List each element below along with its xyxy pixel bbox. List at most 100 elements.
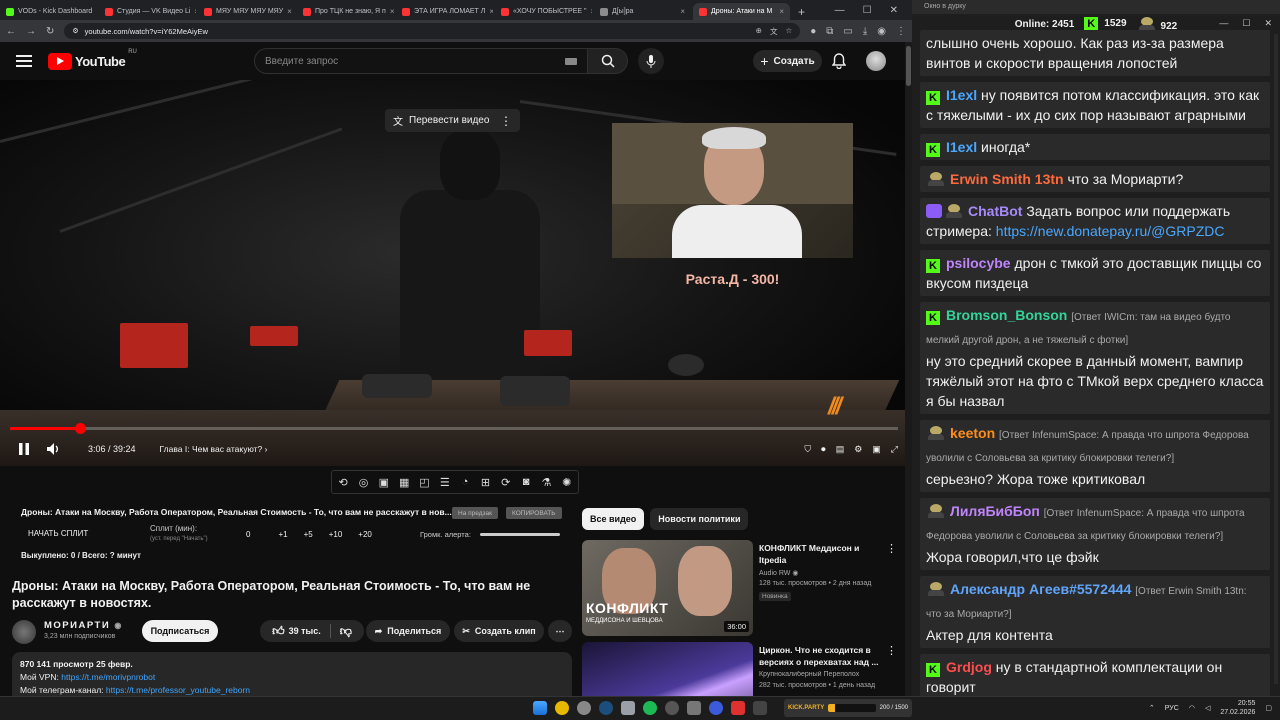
speed-icon[interactable]: ◔: [458, 476, 472, 488]
start-split-button[interactable]: НАЧАТЬ СПЛИТ: [28, 529, 88, 538]
browser-tab[interactable]: ЭТА ИГРА ЛОМАЕТ Л ×: [396, 3, 493, 20]
browser-tab[interactable]: МЯУ МЯУ МЯУ МЯУ ×: [198, 3, 295, 20]
reload-icon[interactable]: ↻: [46, 26, 54, 37]
maximize-icon[interactable]: ☐: [863, 5, 872, 16]
chrome-icon[interactable]: [555, 701, 569, 715]
close-icon[interactable]: ✕: [1264, 18, 1272, 29]
minimize-icon[interactable]: —: [1219, 18, 1228, 29]
subtitles-icon[interactable]: ▤: [836, 444, 845, 455]
split-preorder-button[interactable]: На предзак: [452, 507, 498, 519]
chip-politics-news[interactable]: Новости политики: [650, 508, 749, 530]
camera-icon[interactable]: ◙: [519, 476, 533, 488]
site-info-icon[interactable]: ⚙: [72, 27, 78, 35]
browser-tab[interactable]: VODs - Kick Dashboard×: [0, 3, 97, 20]
pause-button[interactable]: [14, 439, 34, 459]
description-box[interactable]: 870 141 просмотр 25 февр. Мой VPN: https…: [12, 652, 572, 696]
alert-volume-slider[interactable]: [480, 533, 560, 536]
split-add-20-button[interactable]: +20: [358, 530, 372, 539]
chat-username[interactable]: psilocybe: [946, 255, 1011, 271]
close-icon[interactable]: ✕: [890, 5, 898, 16]
more-vert-icon[interactable]: ⋮: [500, 114, 512, 128]
more-vert-icon[interactable]: ⋮: [886, 644, 897, 657]
steam-icon[interactable]: [599, 701, 613, 715]
account-avatar[interactable]: [866, 51, 886, 71]
like-button[interactable]: 👍︎ 39 тыс.: [272, 624, 321, 639]
more-actions-button[interactable]: ⋯: [548, 620, 572, 642]
video-thumbnail[interactable]: КОНФЛИКТ МЕДДИСОНА И ШЕВЦОВА 36:00: [582, 540, 753, 636]
minimize-icon[interactable]: —: [835, 5, 845, 16]
tab-close-icon[interactable]: ×: [779, 7, 784, 16]
shield-icon[interactable]: ⛉: [804, 444, 811, 455]
notifications-button[interactable]: [831, 53, 847, 74]
progress-bar[interactable]: [10, 423, 898, 434]
browser-tab[interactable]: Про ТЦК не знаю, Я п ×: [297, 3, 394, 20]
profile-icon[interactable]: ◉: [877, 26, 886, 37]
language-indicator[interactable]: РУС: [1165, 705, 1179, 712]
window-icon[interactable]: ◰: [417, 476, 431, 489]
back-icon[interactable]: ←: [6, 26, 16, 37]
app-icon[interactable]: [577, 701, 591, 715]
video-thumbnail[interactable]: [582, 642, 753, 696]
browser-tab[interactable]: Студия — VK Видео Li×: [99, 3, 196, 20]
tab-close-icon[interactable]: ×: [590, 7, 592, 16]
channel-avatar[interactable]: [12, 620, 36, 644]
app-icon[interactable]: [753, 701, 767, 715]
chat-username[interactable]: keeton: [950, 425, 995, 441]
downloads-icon[interactable]: ⤓: [863, 26, 867, 37]
url-field[interactable]: ⚙ youtube.com/watch?v=iY62MeAiyEw ⊕ 文 ☆: [64, 23, 801, 39]
rotate-icon[interactable]: ⟳: [499, 476, 513, 489]
tab-close-icon[interactable]: ×: [96, 7, 97, 16]
fullscreen-icon[interactable]: ⤢: [891, 444, 898, 455]
app-icon[interactable]: [731, 701, 745, 715]
windows-start-icon[interactable]: [533, 701, 547, 715]
clock[interactable]: 20:55 27.02.2026: [1220, 699, 1255, 717]
volume-button[interactable]: [44, 439, 64, 459]
settings-gear-icon[interactable]: ⚙: [854, 444, 862, 455]
vpn-link[interactable]: https://t.me/morivpnrobot: [61, 672, 155, 682]
chat-username[interactable]: I1exl: [946, 87, 977, 103]
frame-icon[interactable]: ⊞: [478, 476, 492, 489]
page-scrollbar[interactable]: [905, 42, 912, 696]
sidebar-icon[interactable]: ▭: [843, 26, 852, 37]
recommended-title[interactable]: КОНФЛИКТ Меддисон и Itpedia: [759, 542, 879, 566]
clip-button[interactable]: ✂ Создать клип: [454, 620, 544, 642]
search-button[interactable]: [588, 48, 628, 74]
video-player[interactable]: Раста.Д - 300! /// 文 Перевести видео ⋮ 3…: [0, 80, 912, 466]
browser-tab[interactable]: Дроны: Атаки на М ×: [693, 3, 790, 20]
telegram-link[interactable]: https://t.me/professor_youtube_reborn: [106, 685, 250, 695]
autoplay-toggle-icon[interactable]: ⏺: [821, 444, 826, 455]
chapter-title[interactable]: Глава I: Чем вас атакуют? ›: [160, 444, 268, 454]
split-copy-button[interactable]: КОПИРОВАТЬ: [506, 507, 562, 519]
recommended-video[interactable]: Циркон. Что не сходится в версиях о пере…: [582, 642, 902, 696]
split-add-5-button[interactable]: +5: [304, 530, 313, 539]
chat-scrollbar[interactable]: [1274, 34, 1278, 684]
create-button[interactable]: + Создать: [753, 50, 822, 72]
scrollbar-thumb[interactable]: [906, 46, 911, 86]
chat-username[interactable]: Bromson_Bonson: [946, 307, 1067, 323]
new-tab-icon[interactable]: +: [792, 3, 811, 20]
recommended-channel[interactable]: Audio RW ◉: [759, 569, 894, 577]
search-input[interactable]: Введите запрос: [254, 48, 588, 74]
app-icon[interactable]: [621, 701, 635, 715]
browser-tab[interactable]: Д[ы]ра ×: [594, 3, 691, 20]
youtube-logo[interactable]: YouTube RU: [48, 49, 137, 70]
playlist-icon[interactable]: ☰: [438, 476, 452, 489]
app-icon[interactable]: [687, 701, 701, 715]
keyboard-icon[interactable]: [565, 57, 577, 65]
flask-icon[interactable]: ⚗: [539, 476, 553, 489]
chat-link[interactable]: https://new.donatepay.ru/@GRPZDC: [996, 223, 1225, 239]
split-add-1-button[interactable]: +1: [278, 530, 287, 539]
recommended-title[interactable]: Циркон. Что не сходится в версиях о пере…: [759, 644, 879, 668]
menu-icon[interactable]: [16, 55, 32, 67]
speaker-icon[interactable]: ◁: [1205, 704, 1210, 712]
tab-close-icon[interactable]: ×: [489, 7, 493, 16]
dislike-button[interactable]: 👎︎: [340, 624, 352, 639]
extension-puzzle-icon[interactable]: ⧉: [826, 26, 833, 37]
recommended-channel[interactable]: Крупнокалиберный Переполох: [759, 671, 894, 678]
tab-close-icon[interactable]: ×: [390, 7, 394, 16]
recommended-video[interactable]: КОНФЛИКТ МЕДДИСОНА И ШЕВЦОВА 36:00 КОНФЛ…: [582, 540, 902, 638]
cinema-icon[interactable]: ▦: [397, 476, 411, 489]
voice-search-button[interactable]: [638, 48, 664, 74]
chat-username[interactable]: Erwin Smith 13tn: [950, 171, 1064, 187]
subscribe-button[interactable]: Подписаться: [142, 620, 218, 642]
